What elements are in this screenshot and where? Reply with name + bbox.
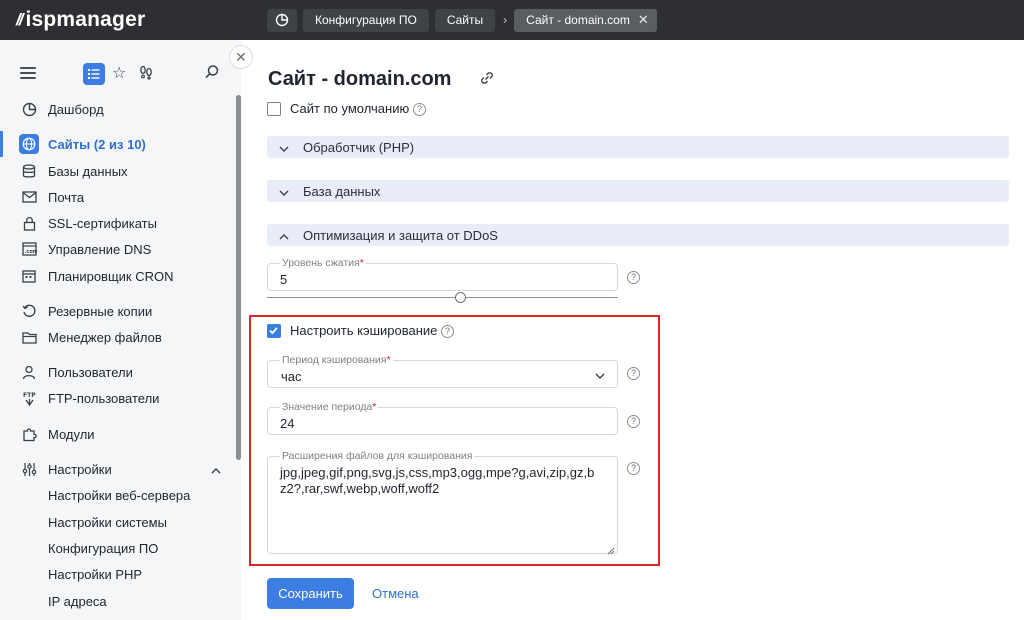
sidebar-item-label: Настройки системы [48, 514, 167, 530]
logo-text: ispmanager [25, 8, 146, 31]
sidebar-subitem-php-settings[interactable]: Настройки PHP [0, 561, 236, 587]
breadcrumb: Конфигурация ПО Сайты › Сайт - domain.co… [267, 8, 663, 32]
sidebar-item-label: Настройки PHP [48, 566, 143, 582]
sidebar-item-dashboard[interactable]: Дашборд [0, 96, 236, 122]
link-icon[interactable] [479, 70, 497, 88]
chevron-down-icon [279, 186, 289, 196]
collapse-sidebar-button[interactable]: ✕ [229, 45, 253, 69]
section-label: Оптимизация и защита от DDoS [303, 227, 498, 243]
active-indicator [0, 131, 3, 157]
sidebar-item-label: Пользователи [48, 364, 133, 380]
section-php-handler[interactable]: Обработчик (PHP) [267, 136, 1009, 158]
sidebar-item-label: Управление DNS [48, 241, 152, 257]
chevron-up-icon [279, 230, 289, 240]
highlight-box [249, 315, 660, 566]
menu-icon[interactable] [20, 67, 36, 79]
chevron-up-icon[interactable] [211, 464, 221, 474]
sidebar-item-label: Менеджер файлов [48, 329, 162, 345]
lock-icon [20, 214, 38, 232]
breadcrumb-item-current[interactable]: Сайт - domain.com ✕ [514, 8, 657, 32]
ftp-icon: FTP [20, 389, 38, 407]
sidebar-item-label: Дашборд [48, 101, 104, 117]
sidebar-item-label: Планировщик CRON [48, 268, 174, 284]
sidebar-item-label: SSL-сертификаты [48, 215, 157, 231]
dns-icon: .com [20, 240, 38, 258]
list-view-icon[interactable] [83, 63, 105, 85]
sidebar-item-cron[interactable]: Планировщик CRON [0, 263, 236, 289]
compression-slider-thumb[interactable] [455, 292, 466, 303]
sidebar-subitem-webserver-settings[interactable]: Настройки веб-сервера [0, 482, 236, 508]
compression-slider-track[interactable] [267, 297, 618, 298]
sidebar-item-label: Базы данных [48, 163, 128, 179]
default-site-label: Сайт по умолчанию [290, 101, 410, 116]
sidebar-item-file-manager[interactable]: Менеджер файлов [0, 324, 236, 350]
close-icon[interactable]: ✕ [638, 12, 649, 28]
sidebar-item-label: Конфигурация ПО [48, 540, 159, 556]
sidebar-item-mail[interactable]: Почта [0, 184, 236, 210]
close-icon: ✕ [235, 48, 247, 65]
breadcrumb-item-software-config[interactable]: Конфигурация ПО [303, 8, 429, 32]
sidebar-item-modules[interactable]: Модули [0, 421, 236, 447]
sidebar-item-users[interactable]: Пользователи [0, 359, 236, 385]
backup-icon [20, 302, 38, 320]
sidebar-item-label: Резервные копии [48, 303, 153, 319]
folder-icon [20, 328, 38, 346]
top-bar: // ispmanager Конфигурация ПО Сайты › Са… [0, 0, 1024, 40]
sidebar-item-label: FTP-пользователи [48, 390, 160, 406]
database-icon [20, 162, 38, 180]
mail-icon [20, 188, 38, 206]
calendar-icon [20, 267, 38, 285]
field-label: Уровень сжатия* [280, 257, 366, 269]
globe-icon [19, 134, 39, 154]
sidebar-subitem-software-config[interactable]: Конфигурация ПО [0, 535, 236, 561]
help-icon[interactable]: ? [627, 271, 640, 284]
sidebar-item-label: Настройки [48, 461, 112, 477]
save-button[interactable]: Сохранить [267, 578, 354, 609]
footsteps-icon[interactable] [138, 64, 156, 82]
sidebar-item-label: Модули [48, 426, 95, 442]
sidebar-item-label: Настройки веб-сервера [48, 487, 191, 503]
dashboard-icon[interactable] [267, 8, 297, 32]
sidebar-subitem-system-settings[interactable]: Настройки системы [0, 509, 236, 535]
help-icon[interactable]: ? [413, 103, 426, 116]
breadcrumb-item-sites[interactable]: Сайты [434, 8, 496, 32]
section-label: База данных [303, 183, 381, 199]
search-icon[interactable] [204, 64, 222, 82]
sidebar-item-databases[interactable]: Базы данных [0, 158, 236, 184]
sidebar-item-backups[interactable]: Резервные копии [0, 298, 236, 324]
logo-mark: // [16, 10, 24, 29]
chevron-right-icon: › [503, 13, 508, 27]
sidebar-item-ftp-users[interactable]: FTP FTP-пользователи [0, 385, 236, 411]
cancel-button[interactable]: Отмена [372, 586, 419, 601]
section-label: Обработчик (PHP) [303, 139, 415, 155]
default-site-checkbox[interactable] [267, 102, 281, 116]
sidebar-subitem-ip-addresses[interactable]: IP адреса [0, 588, 236, 614]
sidebar-item-ssl[interactable]: SSL-сертификаты [0, 210, 236, 236]
logo[interactable]: // ispmanager [16, 8, 145, 32]
sidebar-item-label: IP адреса [48, 593, 107, 609]
section-optimization-ddos[interactable]: Оптимизация и защита от DDoS [267, 224, 1009, 246]
pie-chart-icon [20, 100, 38, 118]
user-icon [20, 363, 38, 381]
sidebar-item-label: Почта [48, 189, 85, 205]
sidebar: ☆ Дашборд Сайты (2 из 10) Базы данных По… [0, 40, 241, 620]
chevron-down-icon [279, 142, 289, 152]
puzzle-icon [20, 425, 38, 443]
svg-text:FTP: FTP [23, 392, 36, 399]
main-content: Сайт - domain.com Сайт по умолчанию ? Об… [241, 40, 1024, 620]
star-icon[interactable]: ☆ [112, 63, 130, 83]
svg-text:.com: .com [24, 249, 37, 255]
section-database[interactable]: База данных [267, 180, 1009, 202]
field-value: 5 [280, 272, 288, 287]
sidebar-item-label: Сайты (2 из 10) [48, 136, 146, 152]
page-title: Сайт - domain.com [268, 68, 452, 90]
compression-level-field[interactable]: Уровень сжатия* 5 [267, 257, 618, 291]
sidebar-item-dns[interactable]: .com Управление DNS [0, 236, 236, 262]
sidebar-item-settings[interactable]: Настройки [0, 456, 236, 482]
sidebar-item-sites[interactable]: Сайты (2 из 10) [0, 131, 236, 157]
sliders-icon [20, 460, 38, 478]
